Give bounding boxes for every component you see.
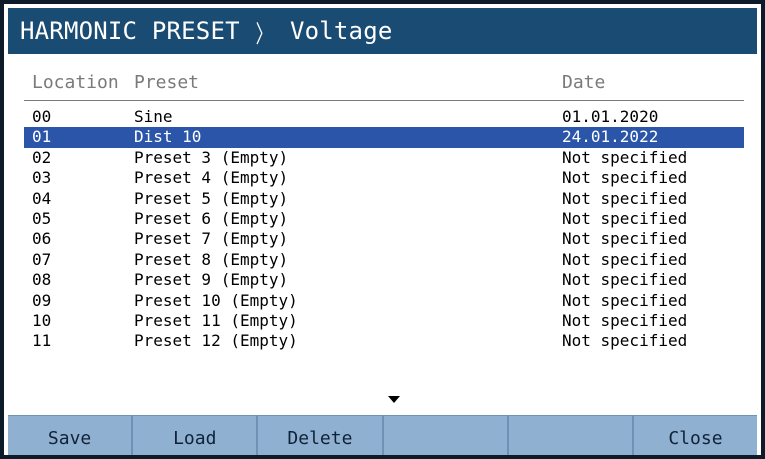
row-location: 10 [32,310,52,330]
empty-softkey-5[interactable] [509,416,634,455]
row-location: 02 [32,147,52,167]
row-date: Not specified [562,208,688,228]
row-preset: Preset 9 (Empty) [134,270,289,290]
row-preset: Preset 8 (Empty) [134,249,289,269]
row-preset: Preset 12 (Empty) [134,331,298,351]
table-row[interactable]: 10 Preset 11 (Empty) Not specified [24,311,744,331]
row-date: Not specified [562,168,688,188]
row-date: Not specified [562,249,688,269]
table-row[interactable]: 09 Preset 10 (Empty) Not specified [24,291,744,311]
preset-window: HARMONIC PRESET 〉 Voltage Location Prese… [0,0,765,459]
row-date: Not specified [562,229,688,249]
scroll-down-icon[interactable] [388,396,400,403]
row-location: 07 [32,249,52,269]
table-row[interactable]: 00 Sine 01.01.2020 [24,107,744,127]
row-preset: Preset 4 (Empty) [134,168,289,188]
row-preset: Preset 7 (Empty) [134,229,289,249]
column-date: Date [562,72,606,93]
breadcrumb-separator-icon: 〉 [255,19,273,48]
load-button[interactable]: Load [133,416,259,455]
preset-list: Location Preset Date 00 Sine 01.01.2020 … [24,60,744,352]
row-location: 04 [32,188,52,208]
table-row[interactable]: 11 Preset 12 (Empty) Not specified [24,331,744,351]
row-location: 00 [32,107,52,126]
delete-button[interactable]: Delete [258,416,384,455]
column-preset: Preset [134,72,200,93]
row-date: 01.01.2020 [562,107,659,126]
close-button[interactable]: Close [634,416,757,455]
row-location: 08 [32,270,52,290]
row-date: Not specified [562,188,688,208]
title-page: Voltage [289,17,393,45]
table-row[interactable]: 06 Preset 7 (Empty) Not specified [24,229,744,249]
row-location: 06 [32,229,52,249]
save-button[interactable]: Save [8,416,134,455]
row-location: 11 [32,331,52,351]
row-location: 01 [32,127,52,147]
row-location: 09 [32,290,52,310]
empty-softkey-4[interactable] [384,416,509,455]
table-row[interactable]: 07 Preset 8 (Empty) Not specified [24,250,744,270]
row-preset: Preset 6 (Empty) [134,208,289,228]
table-row[interactable]: 08 Preset 9 (Empty) Not specified [24,270,744,290]
row-preset: Preset 3 (Empty) [134,147,289,167]
table-row-selected[interactable]: 01 Dist 10 24.01.2022 [24,127,744,148]
row-location: 03 [32,168,52,188]
table-row[interactable]: 04 Preset 5 (Empty) Not specified [24,189,744,209]
row-preset: Dist 10 [134,127,202,147]
row-preset: Sine [134,107,173,126]
rows-container: 00 Sine 01.01.2020 01 Dist 10 24.01.2022… [24,107,744,352]
row-date: Not specified [562,270,688,290]
row-preset: Preset 10 (Empty) [134,290,298,310]
row-location: 05 [32,208,52,228]
table-row[interactable]: 05 Preset 6 (Empty) Not specified [24,209,744,229]
row-date: Not specified [562,310,688,330]
row-preset: Preset 5 (Empty) [134,188,289,208]
column-header: Location Preset Date [24,60,744,101]
row-preset: Preset 11 (Empty) [134,310,298,330]
row-date: Not specified [562,147,688,167]
table-row[interactable]: 02 Preset 3 (Empty) Not specified [24,148,744,168]
softkey-bar: Save Load Delete Close [8,415,757,455]
row-date: Not specified [562,331,688,351]
row-date: Not specified [562,290,688,310]
title-section: HARMONIC PRESET [20,17,240,45]
table-row[interactable]: 03 Preset 4 (Empty) Not specified [24,168,744,188]
column-location: Location [32,72,119,93]
title-bar: HARMONIC PRESET 〉 Voltage [8,8,757,54]
row-date: 24.01.2022 [562,127,659,147]
